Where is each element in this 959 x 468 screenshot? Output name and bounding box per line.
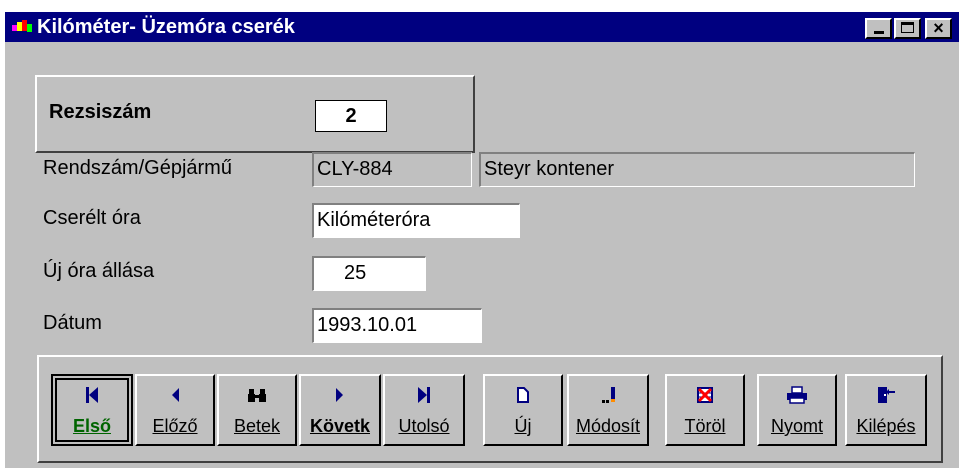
last-button[interactable]: Utolsó: [383, 374, 465, 446]
minimize-button[interactable]: [865, 18, 892, 39]
rezsiszam-input[interactable]: 2: [315, 100, 387, 132]
close-button[interactable]: ×: [925, 18, 952, 39]
next-record-icon: [301, 384, 379, 406]
next-button-label: Követk: [309, 416, 371, 436]
exit-button[interactable]: Kilépés: [845, 374, 927, 446]
rezsiszam-panel: Rezsiszám 2: [35, 75, 475, 153]
modify-button[interactable]: Módosít: [567, 374, 649, 446]
delete-button[interactable]: Töröl: [665, 374, 745, 446]
jarmu-field[interactable]: Steyr kontener: [479, 152, 915, 187]
last-record-icon: [385, 384, 463, 406]
next-button[interactable]: Követk: [299, 374, 381, 446]
rendszam-label: Rendszám/Gépjármű: [43, 157, 232, 179]
binoculars-icon: [219, 384, 295, 406]
delete-button-label: Töröl: [684, 416, 726, 436]
title-bar[interactable]: Kilóméter- Üzemóra cserék ×: [5, 12, 959, 42]
print-button-label: Nyomt: [770, 416, 823, 436]
edit-pencil-icon: [569, 384, 647, 406]
first-button[interactable]: Első: [51, 374, 133, 446]
exit-door-icon: [847, 384, 925, 406]
last-button-label: Utolsó: [398, 416, 450, 436]
app-icon: [12, 20, 32, 32]
cserelt-ora-label: Cserélt óra: [43, 207, 141, 229]
new-button[interactable]: Új: [483, 374, 563, 446]
print-button[interactable]: Nyomt: [757, 374, 837, 446]
cserelt-ora-field[interactable]: Kilóméteróra: [312, 203, 520, 238]
first-record-icon: [53, 384, 131, 406]
new-document-icon: [485, 384, 561, 406]
first-button-label: Első: [72, 416, 111, 436]
maximize-button[interactable]: [894, 18, 921, 39]
close-icon: ×: [933, 18, 944, 38]
search-button-label: Betek: [233, 416, 281, 436]
printer-icon: [759, 384, 835, 406]
previous-button[interactable]: Előző: [135, 374, 215, 446]
rendszam-field[interactable]: CLY-884: [312, 152, 472, 187]
search-button[interactable]: Betek: [217, 374, 297, 446]
window-title: Kilóméter- Üzemóra cserék: [37, 16, 295, 38]
rezsiszam-label: Rezsiszám: [49, 101, 152, 123]
datum-field[interactable]: 1993.10.01: [312, 308, 482, 343]
modify-button-label: Módosít: [575, 416, 641, 436]
delete-record-icon: [667, 384, 743, 406]
datum-label: Dátum: [43, 312, 102, 334]
previous-button-label: Előző: [152, 416, 198, 436]
uj-ora-label: Új óra állása: [43, 260, 155, 282]
uj-ora-field[interactable]: 25: [312, 256, 426, 291]
new-button-label: Új: [514, 416, 532, 436]
app-window: Kilóméter- Üzemóra cserék × Rezsiszám 2 …: [5, 12, 959, 468]
navigation-toolbar: Első Előző Betek Követk Utolsó Új Módosí…: [37, 355, 943, 463]
exit-button-label: Kilépés: [856, 416, 916, 436]
previous-record-icon: [137, 384, 213, 406]
